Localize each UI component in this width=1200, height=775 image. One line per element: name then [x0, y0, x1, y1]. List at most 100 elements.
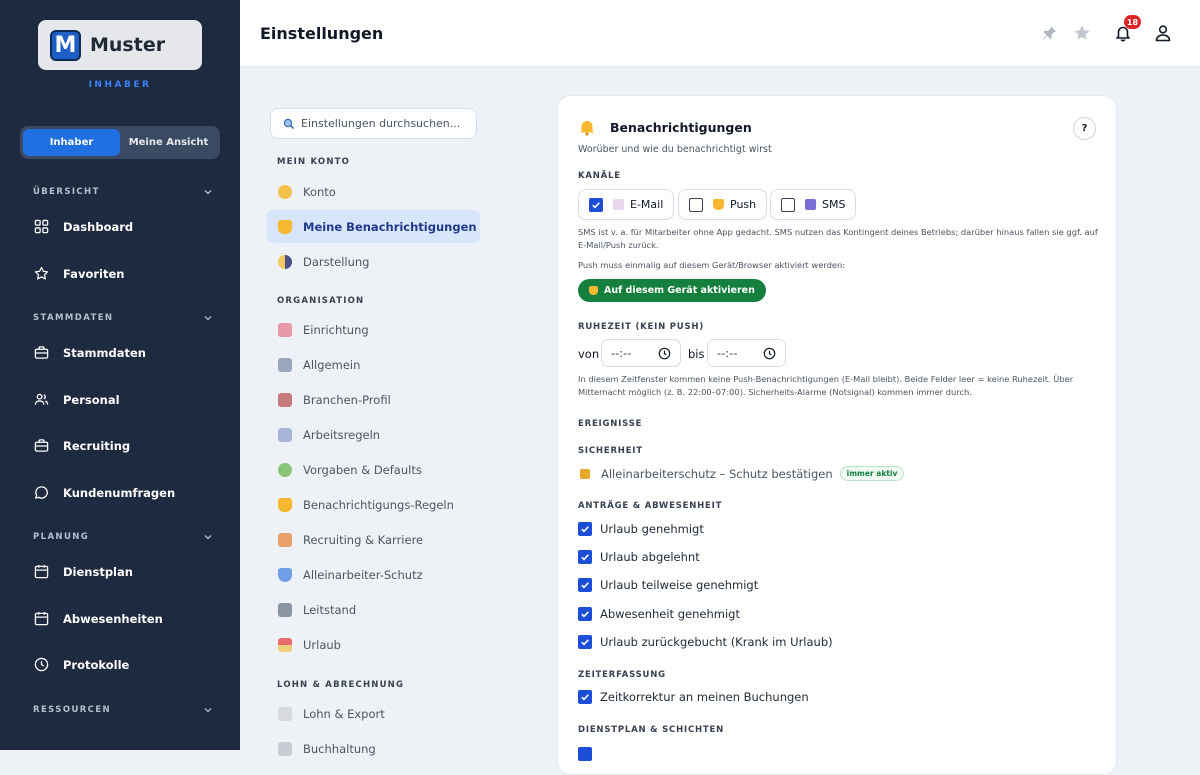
check-icon	[581, 526, 589, 533]
event-row[interactable]: Urlaub genehmigt	[578, 522, 704, 536]
notification-badge: 18	[1124, 15, 1141, 29]
item-label: Arbeitsregeln	[303, 427, 381, 442]
briefcase-icon	[34, 439, 49, 452]
event-row[interactable]	[578, 747, 600, 761]
pin-icon[interactable]	[1040, 24, 1058, 42]
settings-item-general[interactable]: Allgemein	[267, 348, 480, 381]
settings-item-setup[interactable]: Einrichtung	[267, 313, 480, 346]
event-row[interactable]: Urlaub abgelehnt	[578, 550, 700, 564]
megaphone-icon	[278, 532, 292, 547]
absence-label: ANTRÄGE & ABWESENHEIT	[578, 501, 723, 511]
to-label: bis	[688, 347, 705, 361]
nav-dashboard[interactable]: Dashboard	[34, 219, 133, 234]
event-label: Urlaub abgelehnt	[600, 550, 700, 564]
item-label: Leitstand	[303, 602, 357, 617]
bell-icon	[278, 219, 292, 234]
search-placeholder: Einstellungen durchsuchen...	[301, 117, 461, 130]
item-label: Allgemein	[303, 357, 361, 372]
sms-note: SMS ist v. a. für Mitarbeiter ohne App g…	[578, 227, 1098, 250]
nav-master-data[interactable]: Stammdaten	[34, 345, 146, 360]
section-planning[interactable]: PLANUNG	[33, 532, 213, 542]
settings-item-vacation[interactable]: Urlaub	[267, 628, 480, 661]
chevron-down-icon	[204, 708, 212, 713]
security-label: SICHERHEIT	[578, 446, 643, 456]
settings-item-account[interactable]: Konto	[267, 175, 480, 208]
settings-item-accounting[interactable]: Buchhaltung	[267, 732, 480, 765]
settings-item-payroll-export[interactable]: Lohn & Export	[267, 697, 480, 730]
beach-icon	[278, 637, 292, 652]
check-icon	[581, 582, 589, 589]
event-checkbox[interactable]	[578, 607, 592, 621]
nav-personnel[interactable]: Personal	[34, 392, 120, 407]
event-checkbox[interactable]	[578, 635, 592, 649]
button-label: Auf diesem Gerät aktivieren	[604, 285, 755, 296]
toggle-owner[interactable]: Inhaber	[23, 129, 120, 156]
channel-email[interactable]: E-Mail	[578, 189, 675, 220]
item-label: Buchhaltung	[303, 741, 376, 756]
clock-icon[interactable]	[658, 347, 671, 360]
settings-item-industry-profile[interactable]: Branchen-Profil	[267, 383, 480, 416]
nav-protocols[interactable]: Protokolle	[34, 657, 129, 672]
item-label: Benachrichtigungs-Regeln	[303, 497, 454, 512]
person-rules-icon	[278, 427, 292, 442]
nav-recruiting[interactable]: Recruiting	[34, 438, 130, 453]
event-checkbox[interactable]	[578, 747, 592, 761]
email-checkbox[interactable]	[589, 197, 603, 212]
settings-item-defaults[interactable]: Vorgaben & Defaults	[267, 453, 480, 486]
section-label: ÜBERSICHT	[33, 187, 100, 197]
nav-duty-roster[interactable]: Dienstplan	[34, 564, 133, 579]
settings-item-lone-worker[interactable]: Alleinarbeiter-Schutz	[267, 558, 480, 591]
event-label: Urlaub teilweise genehmigt	[600, 578, 759, 592]
quiet-to-input[interactable]: --:--	[707, 339, 786, 367]
toggle-my-view[interactable]: Meine Ansicht	[120, 129, 217, 156]
section-resources[interactable]: RESSOURCEN	[33, 705, 213, 715]
nav-customer-surveys[interactable]: Kundenumfragen	[34, 485, 175, 500]
brand-logo[interactable]: M Muster	[38, 20, 202, 70]
sidebar: M Muster INHABER Inhaber Meine Ansicht Ü…	[0, 0, 240, 750]
nav-favorites[interactable]: Favoriten	[34, 266, 124, 281]
event-row[interactable]: Abwesenheit genehmigt	[578, 607, 740, 621]
section-label: RESSOURCEN	[33, 705, 112, 715]
phone-icon	[805, 199, 816, 210]
settings-item-my-notifications[interactable]: Meine Benachrichtigungen	[267, 210, 480, 243]
clock-icon[interactable]	[763, 347, 776, 360]
star-icon[interactable]	[1073, 24, 1091, 42]
event-checkbox[interactable]	[578, 550, 592, 564]
channel-push[interactable]: Push	[678, 189, 768, 220]
factory-icon	[278, 392, 292, 407]
event-checkbox[interactable]	[578, 522, 592, 536]
push-checkbox[interactable]	[689, 197, 703, 212]
event-checkbox[interactable]	[578, 578, 592, 592]
event-checkbox[interactable]	[578, 690, 592, 704]
settings-item-work-rules[interactable]: Arbeitsregeln	[267, 418, 480, 451]
channel-sms[interactable]: SMS	[770, 189, 857, 220]
check-icon	[581, 639, 589, 646]
settings-item-recruiting-career[interactable]: Recruiting & Karriere	[267, 523, 480, 556]
event-row[interactable]: Zeitkorrektur an meinen Buchungen	[578, 690, 809, 704]
section-master-data[interactable]: STAMMDATEN	[33, 313, 213, 323]
nav-label: Protokolle	[63, 657, 130, 672]
settings-item-appearance[interactable]: Darstellung	[267, 245, 480, 278]
settings-item-notification-rules[interactable]: Benachrichtigungs-Regeln	[267, 488, 480, 521]
section-overview[interactable]: ÜBERSICHT	[33, 187, 213, 197]
check-icon	[581, 694, 589, 701]
chat-icon	[35, 486, 48, 499]
event-label: Urlaub zurückgebucht (Krank im Urlaub)	[600, 635, 833, 649]
nav-absences[interactable]: Abwesenheiten	[34, 611, 163, 626]
event-row[interactable]: Urlaub teilweise genehmigt	[578, 578, 758, 592]
group-label: MEIN KONTO	[277, 157, 351, 167]
quiet-from-input[interactable]: --:--	[601, 339, 681, 367]
user-icon[interactable]	[1154, 24, 1172, 42]
building-icon	[278, 357, 292, 372]
help-button[interactable]: ?	[1073, 117, 1096, 140]
link-icon	[278, 741, 292, 756]
settings-search-input[interactable]: Einstellungen durchsuchen...	[270, 108, 477, 139]
wrench-icon	[278, 322, 292, 337]
settings-item-control-center[interactable]: Leitstand	[267, 593, 480, 626]
event-row[interactable]: Urlaub zurückgebucht (Krank im Urlaub)	[578, 635, 833, 649]
logo-mark-icon: M	[50, 29, 81, 61]
activate-push-button[interactable]: Auf diesem Gerät aktivieren	[578, 279, 766, 302]
nav-label: Stammdaten	[63, 345, 146, 360]
nav-label: Dashboard	[63, 219, 134, 234]
sms-checkbox[interactable]	[781, 197, 795, 212]
